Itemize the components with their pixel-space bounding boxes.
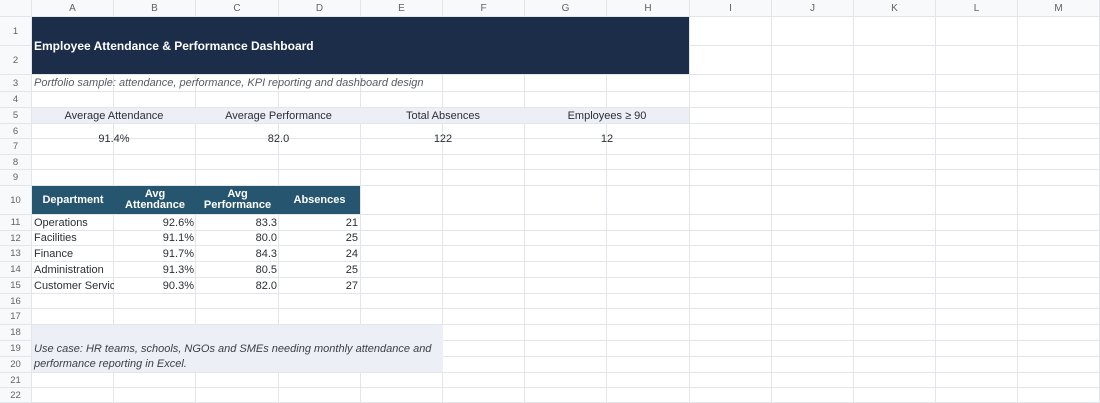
column-header-i[interactable]: I [690,0,771,16]
row-header-15[interactable]: 15 [0,278,31,293]
table-cell-avg-attendance[interactable]: 91.1% [114,231,196,245]
column-header-b[interactable]: B [114,0,195,16]
use-case-note-line: performance reporting in Excel. [34,357,187,370]
use-case-note[interactable]: Use case: HR teams, schools, NGOs and SM… [32,325,443,372]
row-header-12[interactable]: 12 [0,231,31,245]
column-header-m[interactable]: M [1018,0,1099,16]
table-header-department[interactable]: Department [32,186,114,214]
kpi-value-avg-performance[interactable]: 82.0 [196,124,361,154]
table-cell-avg-performance[interactable]: 80.5 [196,262,279,277]
row-header-7[interactable]: 7 [0,139,31,154]
table-cell-avg-performance[interactable]: 84.3 [196,246,279,261]
column-header-l[interactable]: L [936,0,1017,16]
dashboard-subtitle[interactable]: Portfolio sample: attendance, performanc… [32,75,689,91]
kpi-value-total-absences[interactable]: 122 [361,124,525,154]
table-cell-avg-attendance[interactable]: 91.7% [114,246,196,261]
dashboard-title[interactable]: Employee Attendance & Performance Dashbo… [32,17,689,74]
table-cell-avg-performance[interactable]: 83.3 [196,215,279,230]
row-header-1[interactable]: 1 [0,17,31,45]
kpi-value-employees-90[interactable]: 12 [525,124,689,154]
column-header-e[interactable]: E [361,0,442,16]
row-header-14[interactable]: 14 [0,262,31,277]
table-cell-absences[interactable]: 27 [279,278,360,293]
table-header-avg-attendance[interactable]: Avg Attendance [114,186,196,214]
row-header-4[interactable]: 4 [0,92,31,107]
row-header-9[interactable]: 9 [0,170,31,185]
column-header-a[interactable]: A [32,0,113,16]
row-header-22[interactable]: 22 [0,388,31,402]
table-cell-absences[interactable]: 25 [279,262,360,277]
row-header-11[interactable]: 11 [0,215,31,230]
column-header-h[interactable]: H [607,0,689,16]
table-cell-avg-attendance[interactable]: 92.6% [114,215,196,230]
use-case-note-line: Use case: HR teams, schools, NGOs and SM… [34,342,432,355]
kpi-label-total-absences[interactable]: Total Absences [361,108,525,123]
kpi-label-employees-90[interactable]: Employees ≥ 90 [525,108,689,123]
row-header-8[interactable]: 8 [0,155,31,169]
column-header-g[interactable]: G [525,0,606,16]
row-header-21[interactable]: 21 [0,373,31,387]
table-cell-absences[interactable]: 25 [279,231,360,245]
table-cell-avg-attendance[interactable]: 90.3% [114,278,196,293]
table-cell-absences[interactable]: 24 [279,246,360,261]
table-cell-department[interactable]: Customer Service [32,278,114,293]
table-cell-department[interactable]: Administration [32,262,114,277]
table-cell-absences[interactable]: 21 [279,215,360,230]
column-header-k[interactable]: K [854,0,935,16]
column-header-d[interactable]: D [279,0,360,16]
row-header-6[interactable]: 6 [0,124,31,138]
table-cell-avg-attendance[interactable]: 91.3% [114,262,196,277]
table-cell-avg-performance[interactable]: 80.0 [196,231,279,245]
table-cell-department[interactable]: Operations [32,215,114,230]
table-header-absences[interactable]: Absences [279,186,360,214]
table-cell-department[interactable]: Finance [32,246,114,261]
kpi-label-avg-performance[interactable]: Average Performance [196,108,361,123]
column-header-j[interactable]: J [772,0,853,16]
row-header-16[interactable]: 16 [0,294,31,308]
column-header-c[interactable]: C [196,0,278,16]
column-header-f[interactable]: F [443,0,524,16]
select-all-corner[interactable] [0,0,31,16]
kpi-label-avg-attendance[interactable]: Average Attendance [32,108,196,123]
kpi-value-avg-attendance[interactable]: 91.4% [32,124,196,154]
row-header-17[interactable]: 17 [0,309,31,324]
row-header-10[interactable]: 10 [0,186,31,214]
table-cell-avg-performance[interactable]: 82.0 [196,278,279,293]
row-header-3[interactable]: 3 [0,75,31,91]
row-header-18[interactable]: 18 [0,325,31,340]
row-header-13[interactable]: 13 [0,246,31,261]
row-header-5[interactable]: 5 [0,108,31,123]
row-header-19[interactable]: 19 [0,341,31,356]
table-cell-department[interactable]: Facilities [32,231,114,245]
row-header-20[interactable]: 20 [0,357,31,372]
row-header-2[interactable]: 2 [0,46,31,74]
table-header-avg-performance[interactable]: Avg Performance [196,186,279,214]
